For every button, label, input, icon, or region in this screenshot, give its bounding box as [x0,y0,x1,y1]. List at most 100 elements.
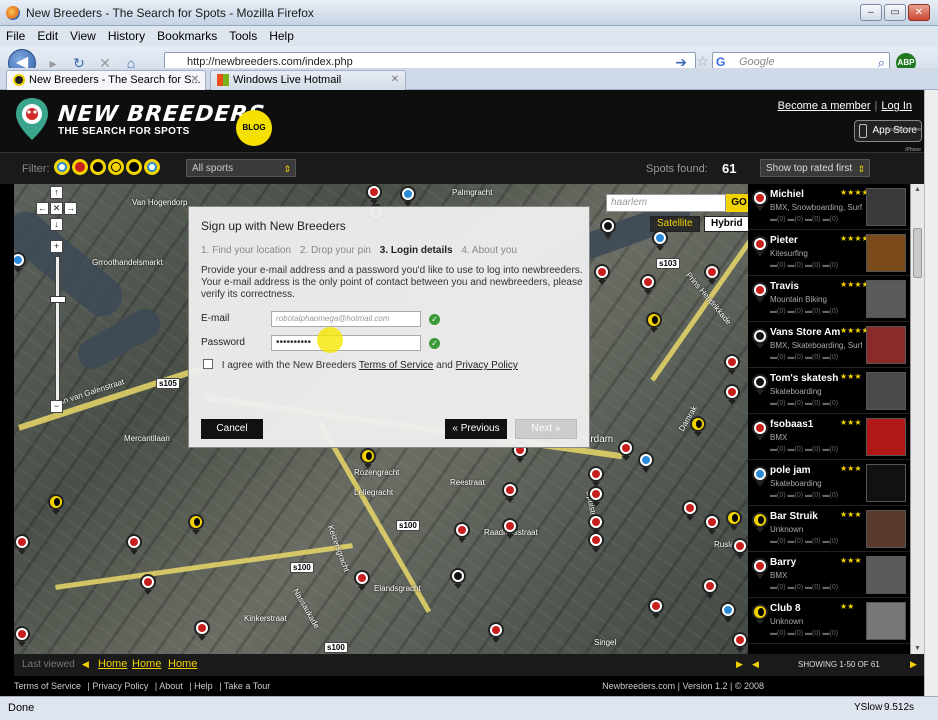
email-field[interactable]: robotalphaomega@hotmail.com [271,311,421,327]
spot-item-fsobaas1[interactable]: fsobaas1 ★★★ BMX ▬(0) ▬(0) ▬(0) ▬(0) [748,414,924,460]
pan-left-button[interactable]: ← [36,202,49,215]
footer-help-link[interactable]: | Help [189,681,212,691]
app-store-badge[interactable]: Available on the iPhone App Store [854,120,922,153]
map-pin[interactable] [488,622,504,643]
spot-item-pieter[interactable]: Pieter ★★★★ Kitesurfing ▬(0) ▬(0) ▬(0) ▬… [748,230,924,276]
page-scrollbar[interactable] [924,90,938,696]
menu-file[interactable]: File [6,29,25,43]
blog-badge[interactable]: BLOG [236,110,272,146]
previous-button[interactable]: « Previous [445,419,507,439]
map-pin[interactable] [194,620,210,641]
filter-moon-icon[interactable] [126,159,142,175]
sport-select[interactable]: All sports ⇕ [186,159,296,177]
map-pin[interactable] [140,574,156,595]
menu-bookmarks[interactable]: Bookmarks [157,29,217,43]
zoom-slider-thumb[interactable] [50,296,66,303]
cancel-button[interactable]: Cancel [201,419,263,439]
spot-item-travis[interactable]: Travis ★★★★ Mountain Biking ▬(0) ▬(0) ▬(… [748,276,924,322]
map-pin[interactable] [360,448,376,469]
spot-thumbnail[interactable] [866,464,906,502]
map-go-button[interactable]: GO [726,194,748,212]
spot-thumbnail[interactable] [866,188,906,226]
map-pin[interactable] [588,466,604,487]
spot-item-pole-jam[interactable]: pole jam ★★★ Skateboarding ▬(0) ▬(0) ▬(0… [748,460,924,506]
spot-item-michiel[interactable]: Michiel ★★★★ BMX, Snowboarding, Surfi...… [748,184,924,230]
prev-arrow-icon[interactable]: ◀ [82,659,89,670]
map-pin[interactable] [126,534,142,555]
footer-tour-link[interactable]: | Take a Tour [219,681,270,691]
map-pin[interactable] [450,568,466,589]
spot-item-bar-struik[interactable]: Bar Struik ★★★ Unknown ▬(0) ▬(0) ▬(0) ▬(… [748,506,924,552]
tab-newbreeders[interactable]: New Breeders - The Search for S... ✕ [6,70,206,90]
map-pin[interactable] [724,384,740,405]
spot-item-toms-skateshop[interactable]: Tom's skatesh ★★★ Skateboarding ▬(0) ▬(0… [748,368,924,414]
next-button[interactable]: Next » [515,419,577,439]
pan-reset-button[interactable]: ✕ [50,202,63,215]
pan-up-button[interactable]: ↑ [50,186,63,199]
map-pin[interactable] [732,632,748,653]
spot-thumbnail[interactable] [866,280,906,318]
scroll-down-icon[interactable]: ▼ [914,645,921,652]
filter-all-icon[interactable] [54,159,70,175]
map-pin[interactable] [600,218,616,239]
agree-checkbox[interactable] [203,359,213,369]
filter-star-icon[interactable] [108,159,124,175]
spot-item-vans-store[interactable]: Vans Store Am ★★★★ BMX, Skateboarding, S… [748,322,924,368]
satellite-toggle[interactable]: Satellite [650,216,700,232]
map-pin[interactable] [704,514,720,535]
login-link[interactable]: Log In [881,100,912,112]
become-member-link[interactable]: Become a member [778,100,871,112]
pan-down-button[interactable]: ↓ [50,218,63,231]
last-viewed-link[interactable]: Home [98,658,127,670]
tab-hotmail[interactable]: Windows Live Hotmail ✕ [210,70,406,90]
logo-title[interactable]: NEW BREEDERS [57,102,267,127]
map-pin[interactable] [652,230,668,251]
list-prev-arrow-icon[interactable]: ◀ [752,659,759,670]
pan-right-button[interactable]: → [64,202,77,215]
close-window-button[interactable]: ✕ [908,4,930,21]
tab-close-icon[interactable]: ✕ [191,71,199,89]
map-pin[interactable] [188,514,204,535]
spot-item-barry[interactable]: Barry ★★★ BMX ▬(0) ▬(0) ▬(0) ▬(0) [748,552,924,598]
spot-thumbnail[interactable] [866,602,906,640]
map-location-input[interactable]: haarlem [606,194,726,212]
hybrid-toggle[interactable]: Hybrid [704,216,748,232]
logo-pin-icon[interactable] [14,96,50,142]
map-pin[interactable] [720,602,736,623]
list-next-arrow-icon[interactable]: ▶ [910,659,917,670]
maximize-button[interactable]: ▭ [884,4,906,21]
terms-link[interactable]: Terms of Service [359,360,433,371]
map-pin[interactable] [682,500,698,521]
map-pin[interactable] [726,510,742,531]
menu-tools[interactable]: Tools [229,29,257,43]
map-pin[interactable] [618,440,634,461]
map-pin[interactable] [502,482,518,503]
yslow-label[interactable]: YSlow [854,702,882,713]
google-icon[interactable]: G [716,55,730,69]
map-pin[interactable] [702,578,718,599]
map-pin[interactable] [704,264,720,285]
footer-terms-link[interactable]: Terms of Service [14,681,81,691]
spot-thumbnail[interactable] [866,510,906,548]
map-pin[interactable] [454,522,470,543]
next-arrow-icon[interactable]: ▶ [736,659,743,670]
tab-close-icon[interactable]: ✕ [391,71,399,89]
map-pin[interactable] [588,514,604,535]
map-pin[interactable] [14,626,30,647]
spot-thumbnail[interactable] [866,556,906,594]
spot-list-scrollbar[interactable]: ▲ ▼ [910,184,924,654]
map-pin[interactable] [48,494,64,515]
sort-select[interactable]: Show top rated first ⇕ [760,159,870,177]
spot-thumbnail[interactable] [866,418,906,456]
scroll-up-icon[interactable]: ▲ [914,186,921,193]
map-pin[interactable] [638,452,654,473]
spot-item-club-8[interactable]: Club 8 ★★ Unknown ▬(0) ▬(0) ▬(0) ▬(0) [748,598,924,644]
footer-privacy-link[interactable]: | Privacy Policy [88,681,149,691]
map-pin[interactable] [648,598,664,619]
password-field[interactable]: •••••••••• [271,335,421,351]
map-pin[interactable] [640,274,656,295]
scrollbar-thumb[interactable] [913,228,922,278]
footer-about-link[interactable]: | About [155,681,183,691]
map-pin[interactable] [732,538,748,559]
last-viewed-link[interactable]: Home [168,658,197,670]
